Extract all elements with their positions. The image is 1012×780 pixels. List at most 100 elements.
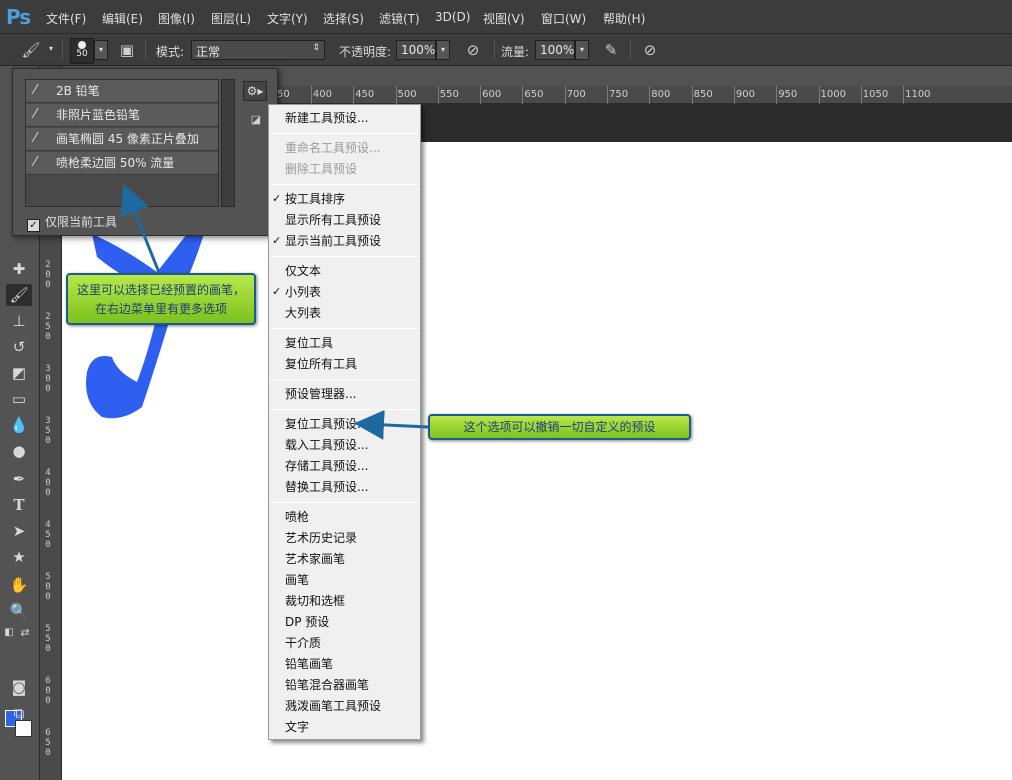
- context-menu-item[interactable]: DP 预设: [285, 615, 329, 629]
- brush-tool-icon[interactable]: 🖌: [20, 40, 42, 60]
- ruler-label: 0: [45, 488, 51, 498]
- preset-item[interactable]: ⁄ 2B 铅笔: [26, 80, 218, 103]
- airbrush-icon[interactable]: ✎: [600, 40, 622, 60]
- context-menu-item[interactable]: 溅泼画笔工具预设: [285, 699, 381, 713]
- ruler-tick: [310, 86, 312, 104]
- gradient-icon[interactable]: ▭: [6, 388, 32, 410]
- new-preset-icon[interactable]: ◪: [249, 113, 263, 127]
- options-bar: 🖌 ▾ 50 ▾ ▣ 模式: 正常 ⇕ 不透明度: 100% ▾ ⊘ 流量: 1…: [0, 34, 1012, 66]
- context-menu-item[interactable]: 复位所有工具: [285, 357, 357, 371]
- context-menu-item[interactable]: 裁切和选框: [285, 594, 345, 608]
- context-menu-item[interactable]: 铅笔画笔: [285, 657, 333, 671]
- context-menu-item[interactable]: 复位工具: [285, 336, 333, 350]
- ruler-tick: [691, 86, 693, 104]
- blur-icon[interactable]: 💧: [6, 414, 32, 436]
- pressure-opacity-icon[interactable]: ⊘: [462, 40, 484, 60]
- context-menu-item[interactable]: 显示所有工具预设: [285, 213, 381, 227]
- menu-item[interactable]: 文字(Y): [267, 10, 308, 27]
- menu-item[interactable]: 帮助(H): [603, 10, 645, 27]
- ruler-label: 5: [45, 322, 51, 332]
- screen-mode-icon[interactable]: ⧉: [6, 702, 32, 724]
- healing-icon[interactable]: ✚: [6, 258, 32, 280]
- ruler-label: 5: [45, 624, 51, 634]
- gear-menu-button[interactable]: ⚙▸: [243, 81, 267, 101]
- context-menu-item[interactable]: 艺术家画笔: [285, 552, 345, 566]
- context-menu-item[interactable]: 新建工具预设...: [285, 111, 368, 125]
- context-menu-item[interactable]: 小列表: [285, 285, 321, 299]
- stamp-icon[interactable]: ⊥: [6, 310, 32, 332]
- type-icon[interactable]: T: [6, 494, 32, 516]
- menu-item[interactable]: 滤镜(T): [379, 10, 420, 27]
- menu-separator: [271, 502, 418, 503]
- ruler-tick: [522, 86, 524, 104]
- ruler-label: 5: [45, 426, 51, 436]
- shape-icon[interactable]: ★: [6, 546, 32, 568]
- preset-item[interactable]: ⁄ 喷枪柔边圆 50% 流量: [26, 152, 218, 175]
- brush-preset-icon: ⁄: [34, 131, 37, 146]
- tool-preset-dropdown-icon[interactable]: ▾: [44, 40, 58, 60]
- context-menu-item[interactable]: 文字: [285, 720, 309, 734]
- context-menu-item[interactable]: 存储工具预设...: [285, 459, 368, 473]
- swap-colors-icon[interactable]: ⇄: [18, 622, 32, 644]
- opacity-input[interactable]: 100%: [396, 40, 436, 60]
- history-brush-icon[interactable]: ↺: [6, 336, 32, 358]
- preset-item[interactable]: ⁄ 画笔椭圆 45 像素正片叠加: [26, 128, 218, 151]
- eraser-icon[interactable]: ◩: [6, 362, 32, 384]
- pen-icon[interactable]: ✒: [6, 468, 32, 490]
- preset-panel-context-menu: 新建工具预设... 重命名工具预设... 删除工具预设 ✓ 按工具排序 显示所有工具预设 ✓…: [268, 104, 421, 740]
- context-menu-item: 重命名工具预设...: [285, 141, 381, 155]
- menu-item[interactable]: 3D(D): [435, 10, 470, 24]
- brush-panel-toggle-icon[interactable]: ▣: [116, 40, 138, 60]
- context-menu-item[interactable]: 显示当前工具预设: [285, 234, 381, 248]
- brush-preset-icon: ⁄: [34, 107, 37, 122]
- context-menu-item[interactable]: 铅笔混合器画笔: [285, 678, 369, 692]
- default-colors-icon[interactable]: ◧: [2, 622, 16, 644]
- context-menu-item[interactable]: 预设管理器...: [285, 387, 356, 401]
- path-select-icon[interactable]: ➤: [6, 520, 32, 542]
- menu-item[interactable]: 图层(L): [211, 10, 251, 27]
- brush-size-picker[interactable]: 50: [70, 38, 94, 64]
- opacity-dropdown-icon[interactable]: ▾: [436, 40, 450, 60]
- context-menu-item[interactable]: 喷枪: [285, 510, 309, 524]
- checkbox-icon[interactable]: ✓: [27, 219, 40, 232]
- ruler-label: 0: [45, 582, 51, 592]
- zoom-icon[interactable]: 🔍: [6, 600, 32, 622]
- context-menu-item[interactable]: 仅文本: [285, 264, 321, 278]
- menu-separator: [271, 256, 418, 257]
- menu-item[interactable]: 图像(I): [158, 10, 195, 27]
- dodge-icon[interactable]: ●: [6, 440, 32, 462]
- menu-item[interactable]: 编辑(E): [102, 10, 143, 27]
- context-menu-item[interactable]: 大列表: [285, 306, 321, 320]
- context-menu-item[interactable]: 画笔: [285, 573, 309, 587]
- brush-size-dropdown-icon[interactable]: ▾: [94, 40, 108, 60]
- context-menu-item[interactable]: 复位工具预设...: [285, 417, 368, 431]
- menu-item[interactable]: 文件(F): [46, 10, 86, 27]
- flow-input[interactable]: 100%: [535, 40, 575, 60]
- menu-item[interactable]: 视图(V): [483, 10, 525, 27]
- flow-dropdown-icon[interactable]: ▾: [575, 40, 589, 60]
- preset-item[interactable]: ⁄ 非照片蓝色铅笔: [26, 104, 218, 127]
- ruler-label: 1100: [905, 89, 931, 100]
- context-menu-item[interactable]: 载入工具预设...: [285, 438, 368, 452]
- quick-mask-icon[interactable]: ◙: [6, 676, 32, 698]
- context-menu-item[interactable]: 替换工具预设...: [285, 480, 368, 494]
- preset-list: ⁄ 2B 铅笔 ⁄ 非照片蓝色铅笔 ⁄ 画笔椭圆 45 像素正片叠加 ⁄ 喷枪柔边圆 50% …: [25, 79, 219, 207]
- context-menu-item[interactable]: 艺术历史记录: [285, 531, 357, 545]
- brush-icon[interactable]: 🖌: [6, 284, 32, 306]
- ruler-tick: [353, 86, 355, 104]
- pressure-size-icon[interactable]: ⊘: [639, 40, 661, 60]
- preset-label: 2B 铅笔: [56, 84, 100, 98]
- ruler-label: 900: [735, 89, 755, 100]
- hand-icon[interactable]: ✋: [6, 574, 32, 596]
- context-menu-item: 删除工具预设: [285, 162, 358, 176]
- preset-list-scrollbar[interactable]: [221, 79, 235, 207]
- ruler-label: 0: [45, 332, 51, 342]
- menu-item[interactable]: 窗口(W): [541, 10, 586, 27]
- menu-item[interactable]: 选择(S): [323, 10, 364, 27]
- mode-label: 模式:: [156, 45, 185, 59]
- context-menu-item[interactable]: 干介质: [285, 636, 321, 650]
- context-menu-item[interactable]: 按工具排序: [285, 192, 345, 206]
- mode-select[interactable]: 正常 ⇕: [191, 40, 325, 60]
- preset-label: 非照片蓝色铅笔: [56, 108, 141, 122]
- only-current-tool-checkbox[interactable]: ✓ 仅限当前工具: [27, 213, 117, 232]
